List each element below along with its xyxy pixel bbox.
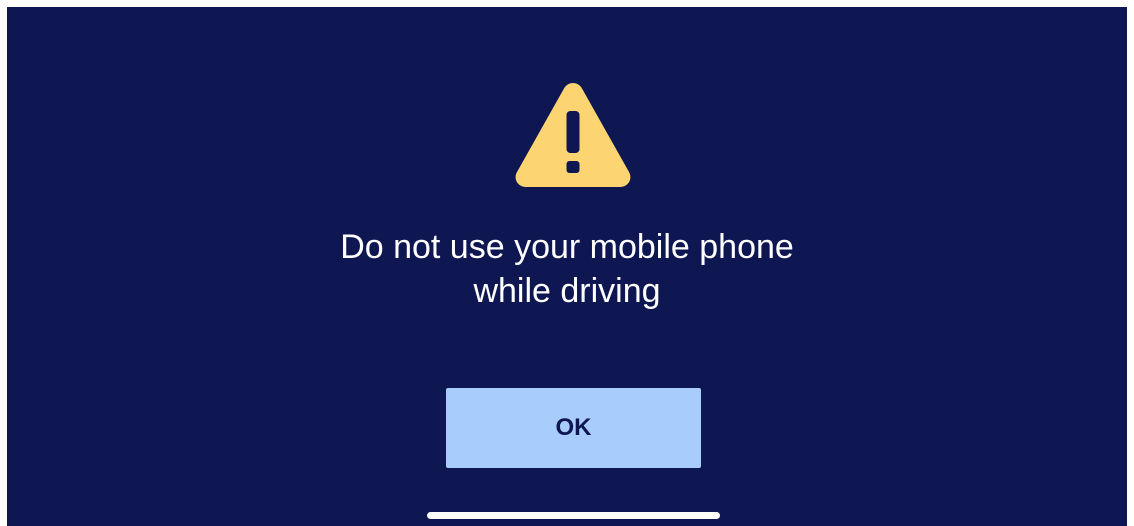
- driving-warning-screen: Do not use your mobile phone while drivi…: [7, 7, 1127, 526]
- warning-message: Do not use your mobile phone while drivi…: [340, 228, 794, 310]
- warning-triangle-icon: [515, 83, 631, 187]
- home-indicator[interactable]: [427, 512, 720, 519]
- ok-button[interactable]: OK: [446, 388, 701, 468]
